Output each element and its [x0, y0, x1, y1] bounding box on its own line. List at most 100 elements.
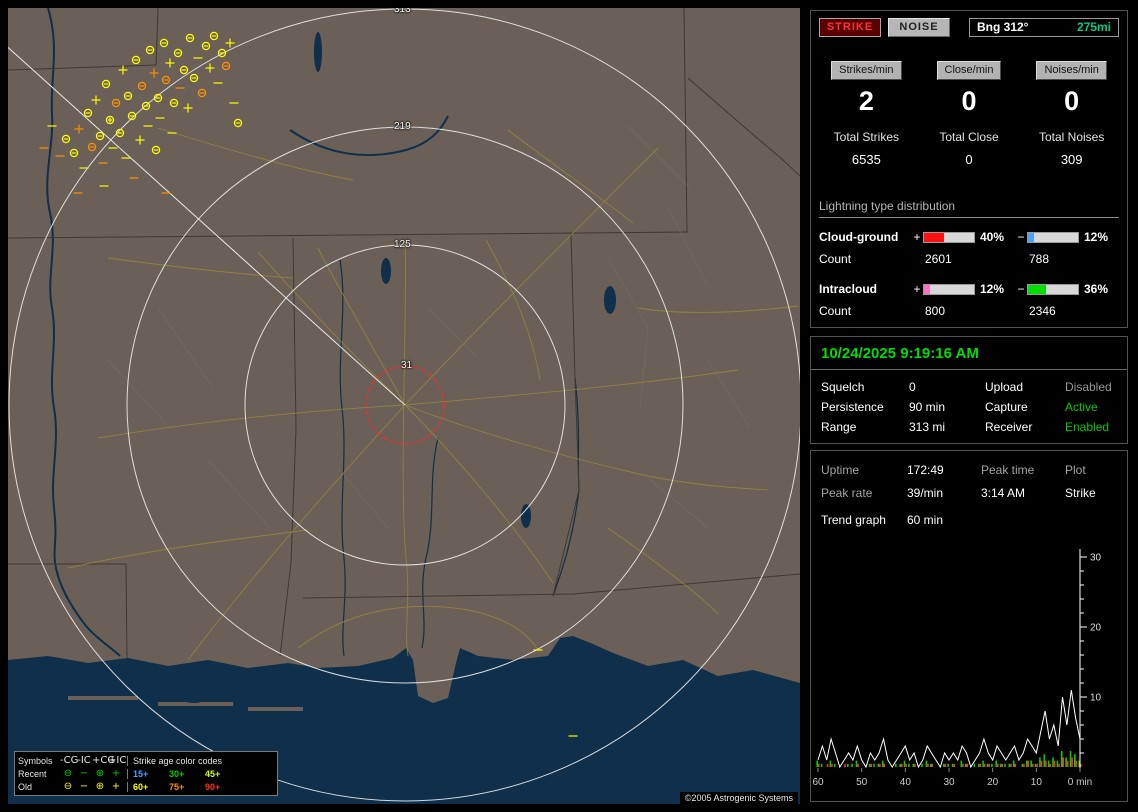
age-90: 90+	[205, 782, 241, 792]
total-strikes-label: Total Strikes	[834, 130, 899, 144]
cg-minute-bar	[1032, 764, 1034, 767]
legend-recent-row: Recent ⊖ − ⊕ + 15+ 30+ 45+	[18, 767, 274, 780]
ic-minute-bar	[1074, 754, 1076, 767]
ic-minute-bar	[878, 764, 880, 767]
ic-minute-bar	[1057, 761, 1059, 767]
age-30: 30+	[169, 769, 205, 779]
cg-pos-recent-icon: ⊕	[92, 768, 108, 779]
ic-minute-bar	[882, 761, 884, 767]
persistence-label: Persistence	[821, 400, 909, 414]
upload-label: Upload	[985, 380, 1065, 394]
legend-col-cg-neg: -CG	[60, 755, 76, 766]
x-tick-label: 10	[1031, 777, 1043, 788]
plus-sign: +	[911, 230, 923, 244]
ic-minute-bar	[1070, 751, 1072, 767]
cg-minute-bar	[857, 764, 859, 767]
intracloud-counts: Count 800 2346	[819, 299, 1119, 323]
rate-columns: Strikes/min 2 Total Strikes 6535 Close/m…	[815, 61, 1123, 167]
range-value: 313 mi	[909, 420, 985, 434]
cg-minute-bar	[927, 764, 929, 767]
close-per-min-button[interactable]: Close/min	[937, 61, 1002, 80]
cg-pos-bar	[923, 232, 975, 243]
cg-minute-bar	[879, 764, 881, 767]
ic-minute-bar	[943, 764, 945, 767]
ic-minute-bar	[834, 764, 836, 767]
plus-sign: +	[911, 282, 923, 296]
ic-minute-bar	[904, 761, 906, 767]
cg-minute-bar	[1036, 764, 1038, 767]
age-15: 15+	[133, 769, 169, 779]
ic-pos-recent-icon: +	[108, 768, 124, 779]
cg-minute-bar	[844, 764, 846, 767]
ring-label-31: 31	[401, 360, 412, 372]
ic-minute-bar	[851, 764, 853, 767]
ic-minute-bar	[995, 761, 997, 767]
cg-minute-bar	[980, 764, 982, 767]
peak-time-label: Peak time	[981, 463, 1065, 477]
status-rows: Squelch 0 Upload Disabled Persistence 90…	[821, 377, 1123, 437]
ic-minute-bar	[974, 764, 976, 767]
indicator-bar: STRIKE NOISE Bng 312° 275mi	[819, 18, 1119, 37]
strike-indicator[interactable]: STRIKE	[819, 18, 881, 37]
ic-minute-bar	[908, 764, 910, 767]
ic-minute-bar	[965, 764, 967, 767]
peak-rate-label: Peak rate	[821, 486, 907, 500]
ic-minute-bar	[1044, 754, 1046, 767]
copyright-text: ©2005 Astrogenic Systems	[680, 792, 798, 804]
cg-neg-old-icon: ⊖	[60, 781, 76, 792]
peak-rate-value: 39/min	[907, 486, 981, 500]
bearing-value: Bng 312°	[977, 19, 1028, 36]
count-label: Count	[819, 304, 911, 318]
cg-pos-old-icon: ⊕	[92, 781, 108, 792]
ic-minute-bar	[1004, 764, 1006, 767]
ic-neg-old-icon: −	[76, 781, 92, 792]
ic-minute-bar	[1035, 764, 1037, 767]
x-tick-label: 40	[900, 777, 912, 788]
strikes-per-min-button[interactable]: Strikes/min	[831, 61, 901, 80]
strikes-column: Strikes/min 2 Total Strikes 6535	[815, 61, 918, 167]
ic-minute-bar	[895, 764, 897, 767]
plot-value: Strike	[1065, 486, 1123, 500]
ic-pos-old-icon: +	[108, 781, 124, 792]
cloud-ground-row: Cloud-ground + 40% − 12%	[819, 227, 1119, 247]
intracloud-label: Intracloud	[819, 282, 911, 296]
y-tick-label: 30	[1090, 553, 1102, 564]
ic-minute-bar	[1052, 757, 1054, 767]
stats-section: Uptime 172:49 Peak time Plot Peak rate 3…	[810, 450, 1128, 802]
cg-minute-bar	[1041, 761, 1043, 767]
cg-minute-bar	[932, 764, 934, 767]
cg-minute-bar	[1015, 764, 1017, 767]
x-tick-label: 60	[812, 777, 824, 788]
age-codes-row2: 60+ 75+ 90+	[127, 782, 274, 792]
counters-section: STRIKE NOISE Bng 312° 275mi Strikes/min …	[810, 10, 1128, 328]
noises-per-min-button[interactable]: Noises/min	[1036, 61, 1106, 80]
cg-neg-recent-icon: ⊖	[60, 768, 76, 779]
cg-minute-bar	[914, 764, 916, 767]
minus-sign: −	[1015, 230, 1027, 244]
count-label: Count	[819, 252, 911, 266]
ic-minute-bar	[816, 761, 818, 767]
strikes-per-min-value: 2	[859, 86, 874, 117]
upload-value: Disabled	[1065, 380, 1123, 394]
cg-minute-bar	[1010, 764, 1012, 767]
total-noises-label: Total Noises	[1039, 130, 1104, 144]
cg-minute-bar	[1076, 761, 1078, 767]
legend-age-header: Strike age color codes	[127, 756, 274, 766]
cg-neg-bar	[1027, 232, 1079, 243]
noises-per-min-value: 0	[1064, 86, 1079, 117]
noises-column: Noises/min 0 Total Noises 309	[1020, 61, 1123, 167]
ic-pos-percent: 12%	[975, 282, 1015, 296]
legend-header-row: Symbols -CG -IC +CG +IC Strike age color…	[18, 754, 274, 767]
cg-minute-bar	[1049, 764, 1051, 767]
ic-pos-bar	[923, 284, 975, 295]
map-display[interactable]: 313 219 125 31 Symbols -CG -IC +CG +IC S…	[8, 8, 800, 804]
cg-minute-bar	[818, 764, 820, 767]
cg-minute-bar	[1045, 761, 1047, 767]
trend-window-value: 60 min	[907, 513, 943, 527]
ic-minute-bar	[978, 764, 980, 767]
ic-minute-bar	[1061, 751, 1063, 767]
lightning-distribution: Lightning type distribution Cloud-ground…	[819, 199, 1119, 323]
ic-minute-bar	[1022, 764, 1024, 767]
noise-indicator[interactable]: NOISE	[888, 18, 950, 37]
receiver-value: Enabled	[1065, 420, 1123, 434]
